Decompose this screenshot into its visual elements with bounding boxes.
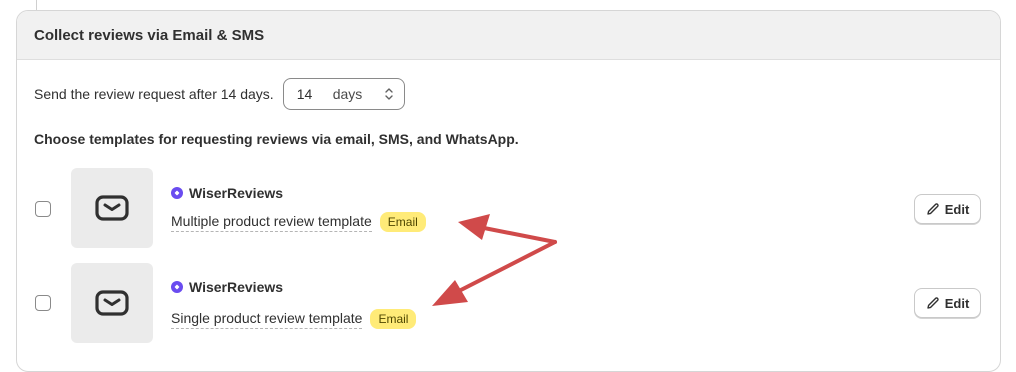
send-delay-label: Send the review request after 14 days. [34, 86, 274, 102]
template-checkbox[interactable] [35, 201, 51, 217]
mail-icon [95, 290, 129, 316]
email-badge: Email [379, 212, 426, 232]
template-thumbnail [71, 168, 153, 248]
template-brand: WiserReviews [171, 185, 283, 201]
template-brand-name: WiserReviews [189, 279, 284, 295]
template-name: Single product review template [171, 310, 363, 329]
template-checkbox[interactable] [35, 295, 51, 311]
mail-icon [95, 195, 129, 221]
wiserreviews-logo-icon [171, 281, 183, 293]
template-brand-name: WiserReviews [189, 185, 284, 201]
templates-intro: Choose templates for requesting reviews … [34, 131, 519, 147]
pencil-icon [927, 297, 939, 309]
edit-button[interactable]: Edit [914, 194, 981, 224]
pencil-icon [927, 203, 939, 215]
template-name: Multiple product review template [171, 213, 372, 232]
edit-button[interactable]: Edit [914, 288, 981, 318]
days-select[interactable]: 14 days [282, 78, 405, 110]
card-title: Collect reviews via Email & SMS [17, 11, 1000, 60]
template-thumbnail [71, 263, 153, 343]
divider-line [36, 0, 37, 10]
template-title: Multiple product review template Email [171, 212, 426, 232]
wiserreviews-logo-icon [171, 187, 183, 199]
select-arrows-icon [385, 88, 393, 100]
collect-reviews-card: Collect reviews via Email & SMS Send the… [16, 10, 1001, 372]
send-delay-row: Send the review request after 14 days. 1… [34, 78, 405, 110]
edit-label: Edit [944, 295, 970, 311]
template-row: WiserReviews Multiple product review tem… [17, 168, 1000, 248]
template-brand: WiserReviews [171, 279, 283, 295]
days-unit: days [332, 86, 363, 102]
days-value: 14 [296, 86, 313, 102]
template-row: WiserReviews Single product review templ… [17, 263, 1000, 343]
edit-label: Edit [944, 201, 970, 217]
template-title: Single product review template Email [171, 309, 417, 329]
email-badge: Email [370, 309, 417, 329]
